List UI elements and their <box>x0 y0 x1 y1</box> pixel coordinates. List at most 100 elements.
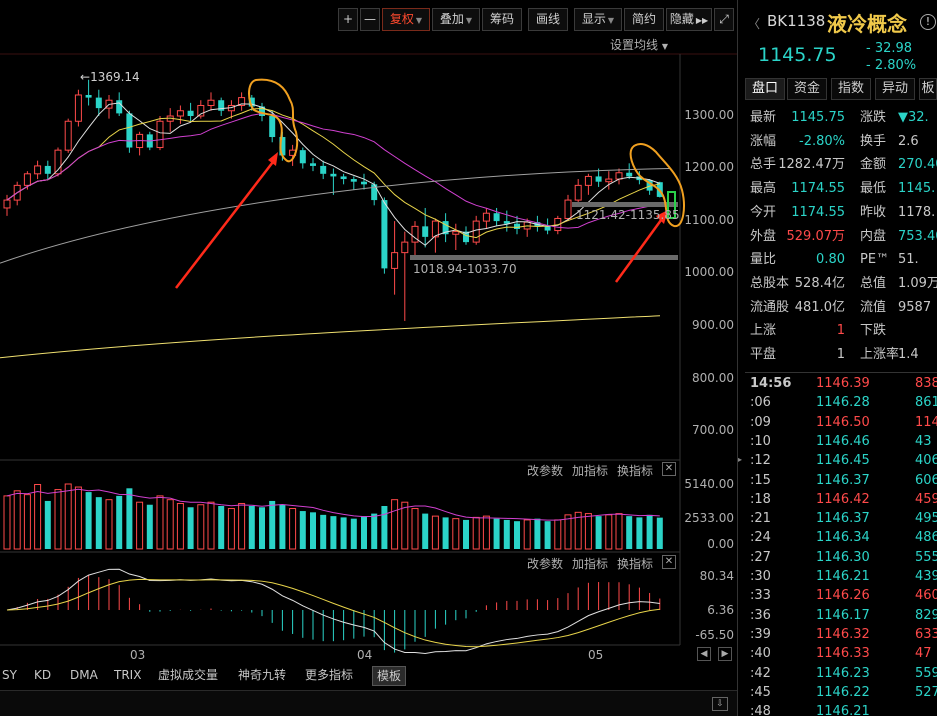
download-icon[interactable]: ⇩ <box>712 697 728 711</box>
candle <box>320 165 327 174</box>
tick-row: :24 1146.34 486 <box>750 528 937 547</box>
stock-name: 液冷概念 <box>827 12 907 36</box>
tab-zhishu[interactable]: 指数 <box>831 78 871 100</box>
tick-volume: 459 <box>915 491 937 507</box>
x-tick-march: 03 <box>130 648 146 662</box>
volume-bar <box>381 506 388 549</box>
quote-value: 1145. <box>898 181 936 197</box>
annotation-arrow-right <box>614 215 666 283</box>
volume-bar <box>85 492 92 549</box>
tick-row: :33 1146.26 460 <box>750 586 937 605</box>
tab-yidong[interactable]: 异动 <box>875 78 915 100</box>
volume-bar <box>564 514 572 550</box>
back-icon[interactable]: 〈 <box>748 15 760 32</box>
tab-virtual-volume[interactable]: 虚拟成交量 <box>158 666 218 684</box>
macd-group <box>6 568 661 655</box>
candle <box>330 173 337 177</box>
tick-price: 1146.42 <box>816 491 870 507</box>
tick-volume: 406 <box>915 453 937 469</box>
candle <box>350 179 357 182</box>
volume-bar <box>187 507 194 549</box>
tick-row: 14:56 1146.39 838 <box>750 374 937 393</box>
vol-change-params-button[interactable]: 改参数 <box>527 462 563 479</box>
quote-value: 1 <box>836 347 845 362</box>
tick-volume: 606 <box>915 472 937 488</box>
quote-value: 270.40 <box>898 157 937 173</box>
quote-row: 最高 1174.55 最低 1145. <box>750 178 937 200</box>
vol-add-indicator-button[interactable]: 加指标 <box>572 462 608 479</box>
quote-label: 内盘 <box>860 228 887 244</box>
tick-time: 14:56 <box>750 376 792 391</box>
candle <box>340 176 347 180</box>
info-icon[interactable]: ! <box>920 14 936 30</box>
tab-pankou[interactable]: 盘口 <box>745 78 785 100</box>
last-price: 1145.75 <box>758 44 837 66</box>
vol-close-icon[interactable]: ✕ <box>662 462 676 476</box>
macd-switch-indicator-button[interactable]: 换指标 <box>617 555 653 572</box>
quote-label: 最低 <box>860 181 887 197</box>
macd-close-icon[interactable]: ✕ <box>662 555 676 569</box>
tab-magic-nine[interactable]: 神奇九转 <box>238 666 286 684</box>
tab-ban[interactable]: 板 <box>919 78 937 100</box>
moving-averages-group <box>0 102 671 359</box>
indicator-tab-bar: SY KD DMA TRIX 虚拟成交量 神奇九转 更多指标 模板 <box>0 666 737 686</box>
gap-zone-upper <box>572 202 678 207</box>
candle <box>64 120 72 151</box>
vol-switch-indicator-button[interactable]: 换指标 <box>617 462 653 479</box>
candle <box>116 100 123 114</box>
tick-time: :33 <box>750 588 771 604</box>
tab-sy[interactable]: SY <box>2 666 17 684</box>
volume-bar <box>656 517 663 549</box>
scroll-right-icon[interactable]: ▶ <box>718 647 732 661</box>
quote-label: 平盘 <box>750 347 777 362</box>
tab-trix[interactable]: TRIX <box>114 666 141 684</box>
macd-add-indicator-button[interactable]: 加指标 <box>572 555 608 572</box>
tab-more-indicators[interactable]: 更多指标 <box>305 666 353 684</box>
volume-bar <box>197 504 205 550</box>
tick-volume: 460 <box>915 588 937 604</box>
candle <box>431 220 439 238</box>
quote-label: 总值 <box>860 275 887 291</box>
volume-bar <box>156 495 164 550</box>
quote-row: 流通股 481.0亿 流值 9587 <box>750 297 937 319</box>
tick-price: 1146.21 <box>816 704 870 716</box>
tick-price: 1146.50 <box>816 414 870 430</box>
volume-bar <box>472 516 480 550</box>
volume-bar <box>636 517 643 549</box>
quote-row: 总手1282.47万金额 270.40 <box>750 154 937 176</box>
quote-label: 换手 <box>860 133 887 149</box>
panel-separator[interactable] <box>737 0 738 716</box>
volume-bar <box>361 516 367 549</box>
candle <box>187 110 194 116</box>
quote-label: PE™ <box>860 252 890 268</box>
tick-time: :45 <box>750 684 771 700</box>
macd-change-params-button[interactable]: 改参数 <box>527 555 563 572</box>
volume-bar <box>452 518 460 550</box>
y-tick: 1200.00 <box>684 160 734 174</box>
volume-bar <box>391 499 399 550</box>
candle <box>85 94 92 98</box>
candle <box>156 120 164 149</box>
quote-value: 1174.55 <box>791 181 845 197</box>
tab-kd[interactable]: KD <box>34 666 51 684</box>
annotation-arrow-left <box>175 157 277 289</box>
tab-dma[interactable]: DMA <box>70 666 98 684</box>
y-tick: 1000.00 <box>684 265 734 279</box>
volume-bar <box>442 517 449 549</box>
tick-row: :15 1146.37 606 <box>750 471 937 490</box>
tab-template[interactable]: 模板 <box>372 666 407 686</box>
candle <box>310 163 316 166</box>
tick-row: :30 1146.21 439 <box>750 567 937 586</box>
scroll-left-icon[interactable]: ◀ <box>697 647 711 661</box>
tick-price: 1146.21 <box>816 569 870 584</box>
volume-bar <box>116 495 123 549</box>
volume-bar <box>13 490 21 550</box>
tab-zijin[interactable]: 资金 <box>787 78 827 100</box>
volume-bar <box>269 500 276 549</box>
vol-y-tick: 2533.00 <box>684 511 734 525</box>
tick-row: :42 1146.23 559 <box>750 664 937 683</box>
tick-price: 1146.26 <box>816 588 870 604</box>
tick-volume: 559 <box>915 665 937 681</box>
collapse-handle-icon[interactable]: ▸ <box>738 455 742 469</box>
candle <box>361 181 367 185</box>
